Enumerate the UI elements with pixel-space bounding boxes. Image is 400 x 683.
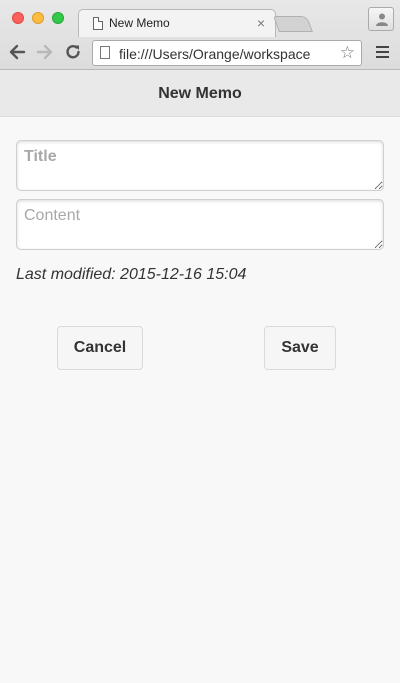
reload-icon[interactable] xyxy=(64,43,82,61)
hamburger-menu-icon[interactable] xyxy=(376,46,389,61)
back-arrow-icon[interactable] xyxy=(8,43,26,61)
page-title: New Memo xyxy=(158,85,242,102)
new-tab-button[interactable] xyxy=(273,16,313,32)
save-button[interactable]: Save xyxy=(264,326,336,370)
close-icon[interactable]: × xyxy=(257,14,265,32)
window-minimize-button[interactable] xyxy=(32,12,44,24)
url-text[interactable]: file:///Users/Orange/workspace xyxy=(119,46,334,62)
cancel-button[interactable]: Cancel xyxy=(57,326,143,370)
browser-tab[interactable]: New Memo × xyxy=(78,9,276,37)
window-close-button[interactable] xyxy=(12,12,24,24)
window-zoom-button[interactable] xyxy=(52,12,64,24)
page-icon xyxy=(93,17,103,30)
last-modified-text: Last modified: 2015-12-16 15:04 xyxy=(16,266,247,283)
browser-chrome: New Memo × file:///Users/Orange/workspac… xyxy=(0,0,400,70)
address-bar[interactable]: file:///Users/Orange/workspace ☆ xyxy=(92,40,362,66)
profile-button[interactable] xyxy=(368,7,394,31)
content-input[interactable] xyxy=(16,199,384,250)
app-header: New Memo xyxy=(0,70,400,117)
title-input[interactable] xyxy=(16,140,384,191)
tab-title: New Memo xyxy=(109,16,170,30)
user-icon xyxy=(376,13,388,26)
page-icon xyxy=(100,46,110,59)
forward-arrow-icon[interactable] xyxy=(36,43,54,61)
star-icon[interactable]: ☆ xyxy=(340,44,355,62)
